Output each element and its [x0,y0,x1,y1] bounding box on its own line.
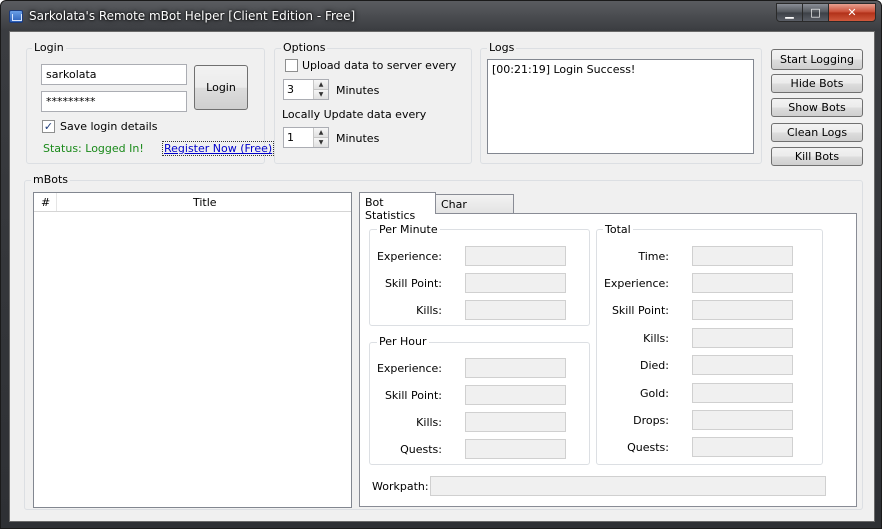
total-quests-label: Quests: [627,441,669,454]
close-button[interactable]: ✕ [829,3,876,22]
pm-experience-field [465,246,566,266]
save-login-checkbox[interactable]: ✓ [42,120,55,133]
title-bar[interactable]: Sarkolata's Remote mBot Helper [Client E… [1,1,881,31]
total-died-field [692,355,793,375]
total-drops-label: Drops: [633,414,669,427]
caption-buttons: ▁ □ ✕ [776,3,876,24]
total-drops-field [692,410,793,430]
local-interval-value: 1 [287,131,294,144]
upload-interval-value: 3 [287,83,294,96]
start-logging-button[interactable]: Start Logging [771,49,863,70]
pm-kills-field [465,300,566,320]
show-bots-button[interactable]: Show Bots [771,98,863,117]
options-group-label: Options [281,41,328,54]
ph-kills-field [465,412,566,432]
total-skill-point-label: Skill Point: [611,304,669,317]
local-update-label: Locally Update data every [282,108,427,121]
logs-textarea[interactable]: [00:21:19] Login Success! [487,59,754,154]
total-experience-field [692,273,793,293]
save-login-label: Save login details [60,120,158,133]
upload-spinner-arrows[interactable]: ▲ ▼ [313,80,328,99]
app-icon [9,10,23,23]
register-link[interactable]: Register Now (Free) [162,141,275,156]
total-experience-label: Experience: [603,277,669,290]
total-label: Total [603,223,633,236]
total-gold-field [692,383,793,403]
pm-kills-label: Kills: [416,304,442,317]
spinner-up-icon[interactable]: ▲ [313,80,328,89]
logs-group-label: Logs [487,41,517,54]
local-interval-spinner[interactable]: 1 ▲ ▼ [283,127,329,148]
login-status: Status: Logged In! [43,142,144,155]
upload-minutes-label: Minutes [336,84,380,97]
login-group-label: Login [32,41,66,54]
pm-skill-point-label: Skill Point: [384,277,442,290]
column-number[interactable]: # [41,196,50,209]
column-separator[interactable] [56,193,57,211]
pm-experience-label: Experience: [376,250,442,263]
per-minute-label: Per Minute [377,223,440,236]
window-title: Sarkolata's Remote mBot Helper [Client E… [29,9,356,23]
total-time-label: Time: [638,250,669,263]
total-kills-label: Kills: [643,332,669,345]
clean-logs-button[interactable]: Clean Logs [771,123,863,142]
spinner-down-icon[interactable]: ▼ [313,137,328,147]
workpath-field[interactable] [430,476,826,496]
total-time-field [692,246,793,266]
ph-experience-field [465,358,566,378]
app-window: Sarkolata's Remote mBot Helper [Client E… [0,0,882,529]
ph-quests-label: Quests: [400,443,442,456]
total-died-label: Died: [640,359,669,372]
bots-list-header: # Title [34,193,351,212]
bot-statistics-panel: Per Minute Experience: Skill Point: Kill… [359,213,857,507]
username-input[interactable] [41,64,187,85]
spinner-up-icon[interactable]: ▲ [313,128,328,137]
per-hour-label: Per Hour [377,335,429,348]
upload-data-label: Upload data to server every [302,59,457,72]
mbots-group-label: mBots [31,173,71,186]
upload-data-checkbox[interactable] [285,59,298,72]
pm-skill-point-field [465,273,566,293]
ph-kills-label: Kills: [416,416,442,429]
ph-skill-point-label: Skill Point: [384,389,442,402]
password-input[interactable] [41,91,187,112]
total-quests-field [692,437,793,457]
minimize-button[interactable]: ▁ [776,3,803,22]
local-spinner-arrows[interactable]: ▲ ▼ [313,128,328,147]
tab-char-statistics[interactable]: Char Statistics [435,194,514,224]
bots-list[interactable]: # Title [33,192,352,508]
column-title[interactable]: Title [193,196,217,209]
hide-bots-button[interactable]: Hide Bots [771,74,863,93]
spinner-down-icon[interactable]: ▼ [313,89,328,99]
kill-bots-button[interactable]: Kill Bots [771,147,863,166]
ph-experience-label: Experience: [376,362,442,375]
upload-interval-spinner[interactable]: 3 ▲ ▼ [283,79,329,100]
login-button[interactable]: Login [194,65,248,110]
local-minutes-label: Minutes [336,132,380,145]
total-gold-label: Gold: [640,387,669,400]
log-entry: [00:21:19] Login Success! [492,63,636,76]
ph-skill-point-field [465,385,566,405]
workpath-label: Workpath: [372,480,429,493]
maximize-button[interactable]: □ [803,3,829,22]
ph-quests-field [465,439,566,459]
total-kills-field [692,328,793,348]
client-area: Login Login ✓ Save login details Status:… [9,31,875,522]
total-skill-point-field [692,300,793,320]
tab-bot-statistics[interactable]: Bot Statistics [359,192,436,222]
